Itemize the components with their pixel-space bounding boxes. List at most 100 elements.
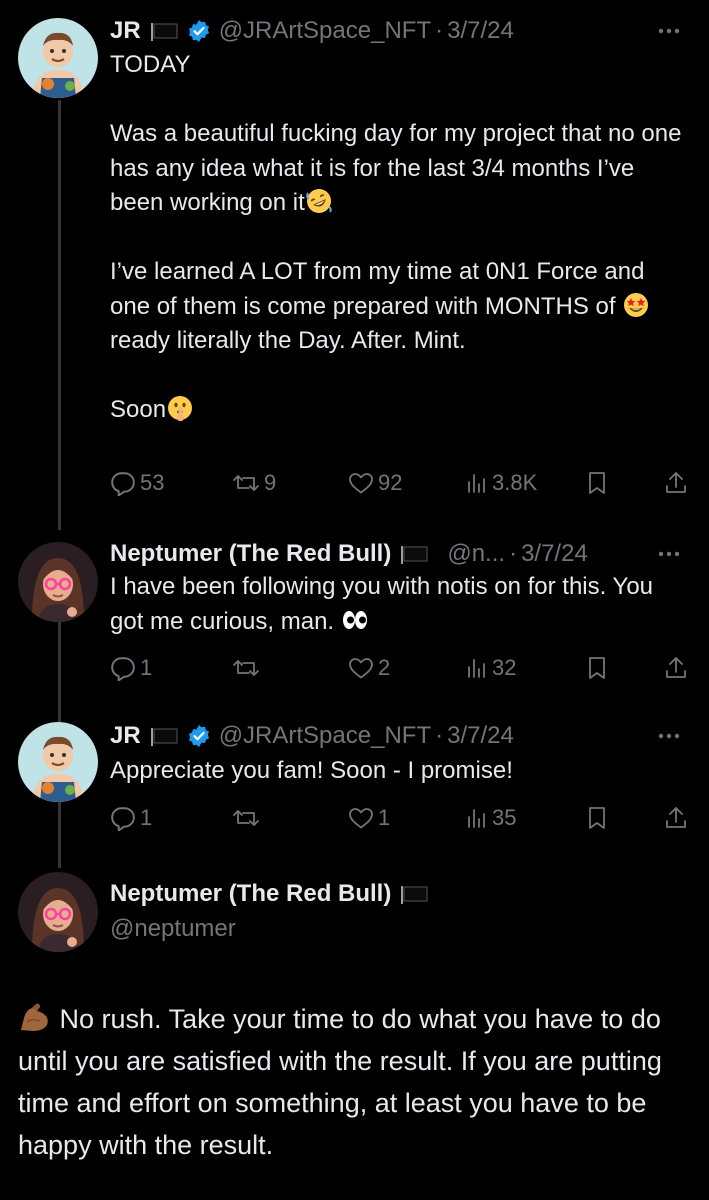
more-icon[interactable] (655, 538, 683, 570)
tweet-actions: 1 1 35 (110, 802, 690, 834)
bookmark-button[interactable] (586, 802, 608, 834)
avatar[interactable] (18, 872, 98, 952)
view-count: 32 (492, 655, 517, 680)
avatar[interactable] (18, 542, 98, 622)
star-struck-emoji-icon (624, 292, 649, 317)
text-span: I’ve learned A LOT from my time at 0N1 F… (110, 258, 645, 320)
tweet-header: JR @JRArtSpace_NFT · 3/7/24 (110, 15, 683, 47)
tweet[interactable]: Neptumer (The Red Bull) @n... · 3/7/24 I… (0, 530, 709, 710)
reply-icon (111, 472, 135, 496)
author-handle[interactable]: @n... (447, 540, 505, 568)
views-icon (468, 474, 485, 493)
text-span: Was a beautiful fucking day for my proje… (110, 120, 682, 216)
avatar[interactable] (18, 18, 98, 98)
author-name-row: Neptumer (The Red Bull) (110, 880, 429, 908)
like-icon (349, 808, 373, 829)
reply-count: 53 (140, 470, 165, 495)
flag-icon (399, 544, 429, 564)
flag-icon (149, 21, 179, 41)
tweet-text: Appreciate you fam! Soon - I promise! (110, 754, 683, 789)
reply-count: 1 (140, 655, 153, 680)
repost-button[interactable]: 9 (232, 467, 276, 499)
bookmark-icon (589, 472, 605, 494)
share-button[interactable] (664, 802, 688, 834)
tweet-date[interactable]: 3/7/24 (521, 540, 588, 568)
bookmark-icon (589, 807, 605, 829)
repost-button[interactable] (232, 802, 264, 834)
tweet-header: Neptumer (The Red Bull) @n... · 3/7/24 (110, 538, 683, 570)
like-button[interactable]: 1 (348, 802, 390, 834)
tweet[interactable]: JR @JRArtSpace_NFT · 3/7/24 TODAY Was a … (0, 0, 709, 530)
text-span: I have been following you with notis on … (110, 573, 654, 635)
like-count: 1 (378, 805, 391, 830)
views-button[interactable]: 35 (466, 802, 516, 834)
shushing-face-emoji-icon (168, 396, 193, 421)
bookmark-button[interactable] (586, 467, 608, 499)
author-handle[interactable]: @neptumer (110, 915, 236, 943)
view-count: 3.8K (492, 470, 538, 495)
text-span: ready literally the Day. After. Mint. (110, 327, 466, 354)
share-icon (666, 807, 686, 828)
tweet-date[interactable]: 3/7/24 (447, 722, 514, 750)
like-icon (349, 658, 373, 679)
text-span: No rush. Take your time to do what you h… (18, 1004, 662, 1160)
flag-icon (149, 726, 179, 746)
tweet-actions: 53 9 92 3.8K (110, 467, 690, 499)
tweet[interactable]: JR @JRArtSpace_NFT · 3/7/24 Appreciate y… (0, 710, 709, 860)
repost-count: 9 (264, 470, 277, 495)
author-handle[interactable]: @JRArtSpace_NFT (219, 17, 431, 45)
text-span: Soon (110, 396, 167, 423)
verified-badge-icon (187, 724, 211, 748)
bookmark-icon (589, 657, 605, 679)
more-icon[interactable] (655, 15, 683, 47)
author-name[interactable]: Neptumer (The Red Bull) (110, 540, 391, 568)
reply-icon (111, 807, 135, 831)
text-paragraph: I’ve learned A LOT from my time at 0N1 F… (110, 255, 683, 359)
repost-icon (233, 810, 259, 826)
text-paragraph: I have been following you with notis on … (110, 570, 683, 639)
avatar[interactable] (18, 722, 98, 802)
share-icon (666, 657, 686, 678)
share-button[interactable] (664, 467, 688, 499)
author-handle[interactable]: @JRArtSpace_NFT (219, 722, 431, 750)
repost-icon (233, 475, 259, 491)
separator: · (435, 722, 444, 749)
views-button[interactable]: 3.8K (466, 467, 537, 499)
like-count: 2 (378, 655, 391, 680)
author-name[interactable]: Neptumer (The Red Bull) (110, 880, 391, 908)
reply-icon (111, 657, 135, 681)
tweet-date[interactable]: 3/7/24 (447, 17, 514, 45)
reply-button[interactable]: 1 (110, 802, 152, 834)
flag-icon (399, 884, 429, 904)
text-paragraph: Soon (110, 393, 683, 428)
bookmark-button[interactable] (586, 652, 608, 684)
tweet-actions: 1 2 32 (110, 652, 690, 684)
tweet-text: I have been following you with notis on … (110, 570, 683, 639)
reply-button[interactable]: 53 (110, 467, 164, 499)
flexed-biceps-emoji-icon (21, 1003, 48, 1031)
views-icon (468, 809, 485, 828)
verified-badge-icon (187, 19, 211, 43)
view-count: 35 (492, 805, 517, 830)
text-line: TODAY (110, 51, 191, 78)
text-paragraph: Was a beautiful fucking day for my proje… (110, 117, 683, 221)
reply-count: 1 (140, 805, 153, 830)
more-icon[interactable] (655, 720, 683, 752)
like-button[interactable]: 92 (348, 467, 402, 499)
separator: · (435, 17, 444, 44)
repost-icon (233, 660, 259, 676)
author-name[interactable]: JR (110, 17, 141, 45)
like-count: 92 (378, 470, 403, 495)
reply-button[interactable]: 1 (110, 652, 152, 684)
text-paragraph: Appreciate you fam! Soon - I promise! (110, 757, 513, 784)
like-button[interactable]: 2 (348, 652, 390, 684)
tweet-header: JR @JRArtSpace_NFT · 3/7/24 (110, 720, 683, 752)
tweet-text: TODAY Was a beautiful fucking day for my… (110, 48, 683, 428)
share-button[interactable] (664, 652, 688, 684)
separator: · (509, 540, 518, 567)
repost-button[interactable] (232, 652, 264, 684)
like-icon (349, 473, 373, 494)
rolling-laughing-emoji-icon (306, 189, 332, 213)
author-name[interactable]: JR (110, 722, 141, 750)
views-button[interactable]: 32 (466, 652, 516, 684)
